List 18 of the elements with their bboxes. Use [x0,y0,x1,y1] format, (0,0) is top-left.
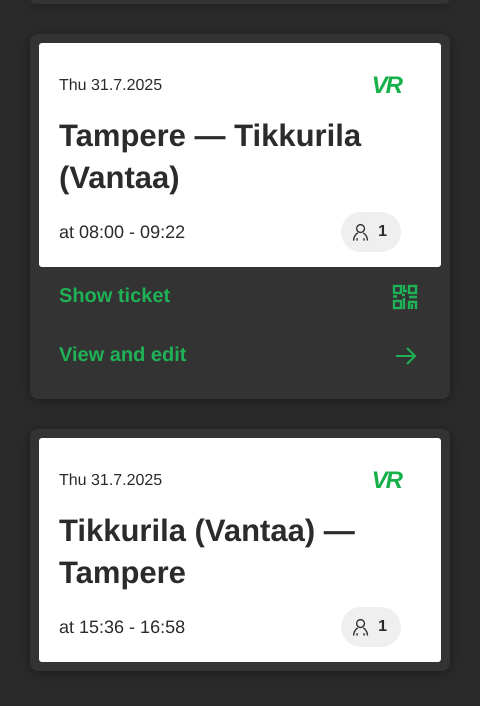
trip-card[interactable]: Thu 31.7.2025 VR Tampere — Tikkurila (Vantaa) at 08:00 - 09:22 1 [39,43,441,267]
route-title: Tikkurila (Vantaa) — Tampere [59,512,356,592]
passenger-count: 1 [341,607,401,647]
arrow-right-icon [394,346,418,366]
operator-logo: VR [372,471,401,491]
trip-card[interactable]: Thu 31.7.2025 VR Tikkurila (Vantaa) — Tampere at 15:36 - 16:58 1 [39,438,441,662]
action-link[interactable]: View and edit [39,326,441,385]
trip-time: at 08:00 - 09:22 [59,222,186,242]
operator-logo: VR [372,76,401,96]
trip-time: at 15:36 - 16:58 [59,616,186,638]
person-icon [351,221,370,243]
trip-date: Thu 31.7.2025 [59,77,162,95]
route-title: Tampere — Tikkurila (Vantaa) [59,117,362,197]
passenger-count: 1 [341,212,401,252]
person-icon [351,616,370,638]
trip-date: Thu 31.7.2025 [59,472,162,490]
action-link[interactable]: Show ticket [39,267,441,326]
qr-code-icon [392,284,418,310]
